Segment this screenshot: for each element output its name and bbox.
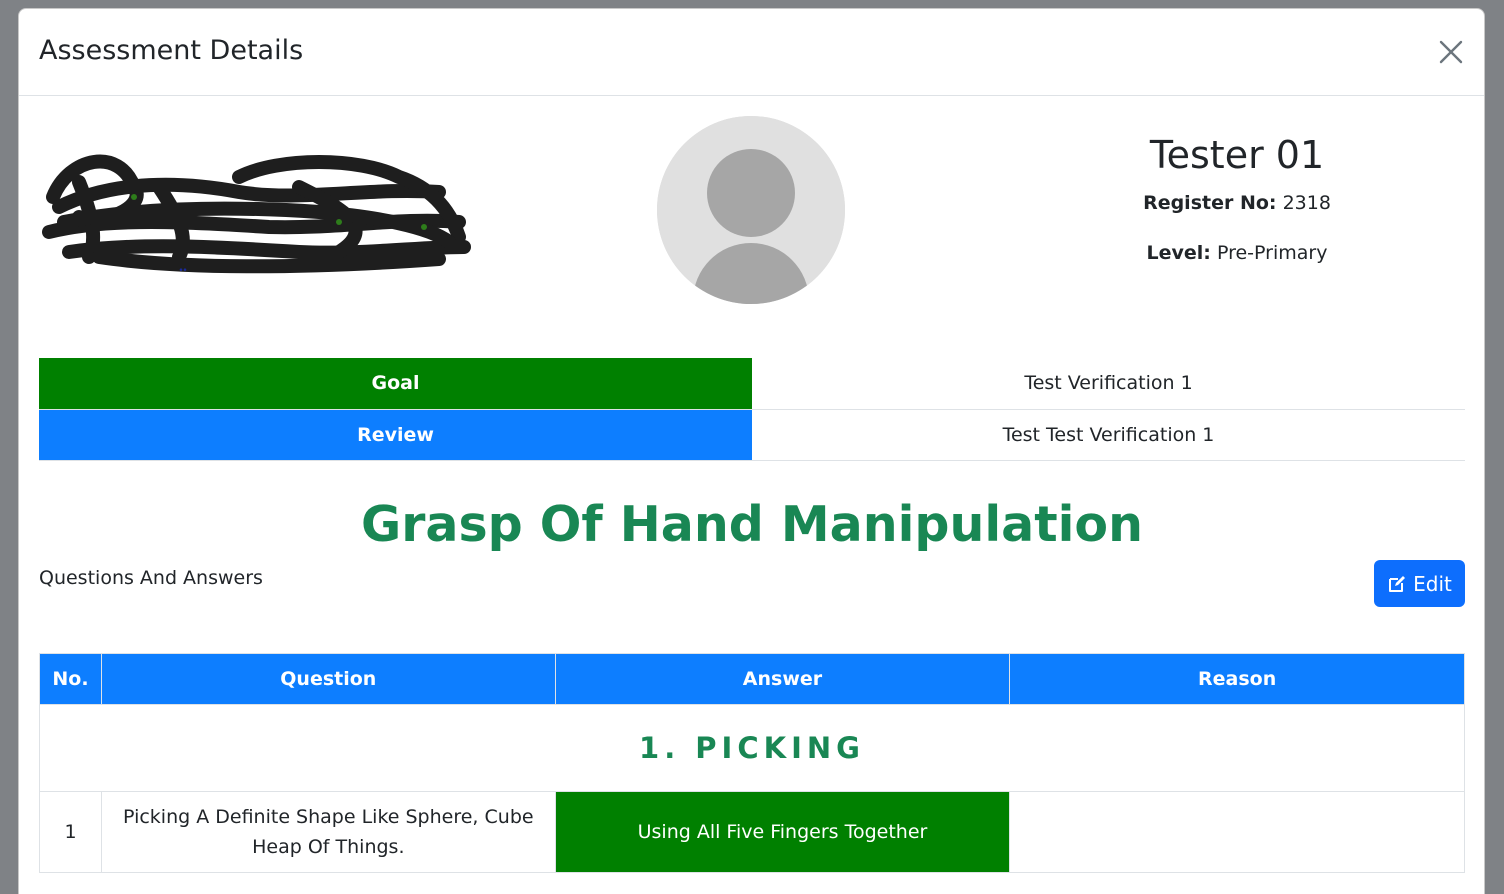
row-answer: Using All Five Fingers Together: [554, 791, 1011, 873]
student-level: Level: Pre-Primary: [1049, 241, 1425, 265]
level-label: Level:: [1146, 241, 1211, 264]
table-row: 1 Picking A Definite Shape Like Sphere, …: [39, 791, 1465, 873]
goal-row: Goal Test Verification 1: [39, 358, 1465, 410]
qa-table: No. Question Answer Reason 1. PICKING 1 …: [39, 653, 1465, 873]
edit-icon: [1389, 575, 1406, 592]
edit-button-label: Edit: [1413, 571, 1452, 596]
modal-header: Assessment Details: [19, 9, 1484, 96]
category-title: 1. PICKING: [39, 704, 1465, 792]
edit-button[interactable]: Edit: [1374, 560, 1465, 607]
header-no: No.: [39, 653, 102, 705]
student-profile: Tester 01 Register No: 2318 Level: Pre-P…: [1049, 133, 1425, 265]
school-logo-redacted: ..: [39, 147, 475, 277]
user-avatar-icon: [657, 116, 845, 304]
row-reason: [1009, 791, 1465, 873]
level-value: Pre-Primary: [1216, 241, 1328, 264]
header-answer: Answer: [554, 653, 1011, 705]
review-label: Review: [39, 409, 752, 461]
close-button[interactable]: [1436, 37, 1466, 67]
register-value: 2318: [1282, 191, 1331, 214]
goal-value: Test Verification 1: [752, 358, 1465, 410]
avatar: [657, 116, 845, 304]
category-row: 1. PICKING: [39, 704, 1465, 792]
register-label: Register No:: [1143, 191, 1277, 214]
section-title: Grasp Of Hand Manipulation: [361, 496, 1143, 553]
modal-title: Assessment Details: [39, 35, 304, 66]
svg-text:..: ..: [179, 258, 187, 275]
assessment-modal: Assessment Details .. Tester 01 Register…: [18, 8, 1485, 894]
qa-table-header: No. Question Answer Reason: [39, 653, 1465, 705]
header-question: Question: [100, 653, 556, 705]
student-name: Tester 01: [1149, 133, 1325, 177]
qa-label: Questions And Answers: [39, 567, 263, 589]
review-value: Test Test Verification 1: [752, 409, 1465, 461]
register-number: Register No: 2318: [1049, 191, 1425, 215]
row-number: 1: [39, 791, 102, 873]
row-question: Picking A Definite Shape Like Sphere, Cu…: [100, 791, 556, 873]
goal-label: Goal: [39, 358, 752, 410]
goal-review-table: Goal Test Verification 1 Review Test Tes…: [39, 358, 1465, 461]
close-icon: [1439, 40, 1463, 64]
header-reason: Reason: [1009, 653, 1465, 705]
review-row: Review Test Test Verification 1: [39, 409, 1465, 461]
